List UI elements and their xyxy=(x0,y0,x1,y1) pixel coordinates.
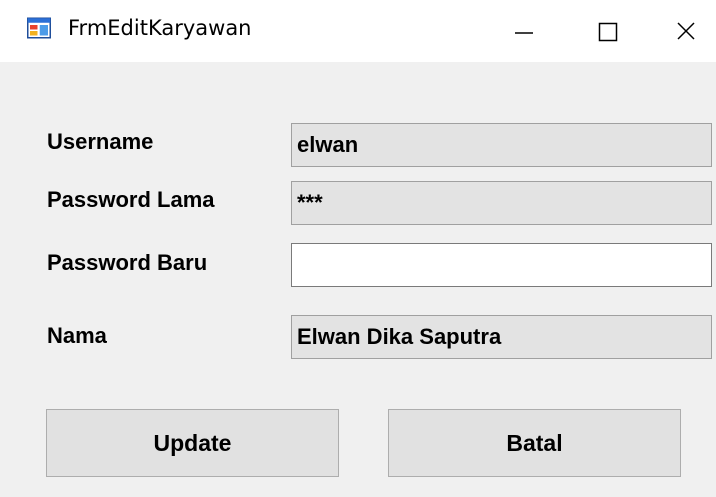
window-title: FrmEditKaryawan xyxy=(68,16,252,40)
close-icon xyxy=(677,22,695,40)
minimize-button[interactable] xyxy=(494,0,554,62)
maximize-icon xyxy=(598,22,618,42)
close-button[interactable] xyxy=(656,0,716,62)
windows-form-icon xyxy=(27,17,51,39)
minimize-icon xyxy=(515,32,533,34)
username-label: Username xyxy=(47,129,154,154)
maximize-button[interactable] xyxy=(578,0,638,62)
old-password-label: Password Lama xyxy=(47,187,215,212)
edit-karyawan-window: FrmEditKaryawan Username Password Lama P… xyxy=(0,0,716,497)
new-password-label: Password Baru xyxy=(47,250,208,275)
old-password-field[interactable] xyxy=(291,181,712,225)
cancel-button[interactable]: Batal xyxy=(388,409,681,477)
new-password-field[interactable] xyxy=(291,243,712,287)
username-field[interactable] xyxy=(291,123,712,167)
name-label: Nama xyxy=(47,323,107,348)
update-button[interactable]: Update xyxy=(46,409,339,477)
title-bar[interactable]: FrmEditKaryawan xyxy=(0,0,716,62)
name-field[interactable] xyxy=(291,315,712,359)
